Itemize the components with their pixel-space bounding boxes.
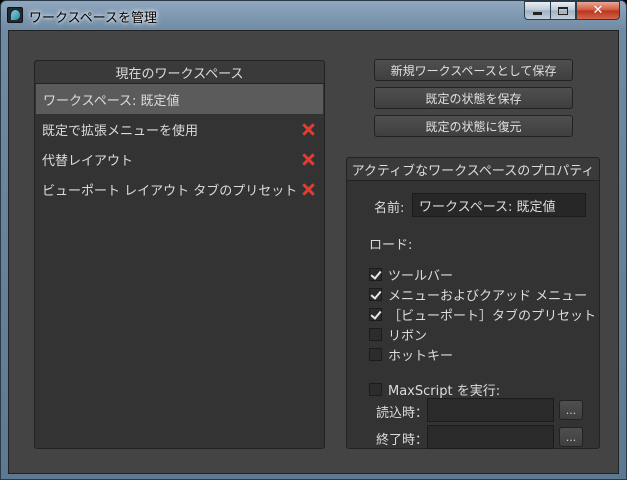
checkbox-checked[interactable] (369, 288, 382, 301)
maximize-icon (558, 6, 568, 15)
checkbox-label: ツールバー (388, 269, 454, 284)
save-as-new-workspace-button[interactable]: 新規ワークスペースとして保存 (374, 59, 573, 81)
load-ribbon-checkbox[interactable]: リボン (369, 325, 427, 344)
window-controls: ✕ (524, 1, 620, 21)
minimize-button[interactable] (524, 1, 550, 20)
workspace-item-default[interactable]: ワークスペース: 既定値 (36, 84, 323, 114)
workspace-item-viewport-layout-presets[interactable]: ビューポート レイアウト タブのプリセット (35, 174, 324, 204)
load-menus-quad-menus-checkbox[interactable]: メニューおよびクアッド メニュー (369, 285, 587, 304)
checkbox-checked[interactable] (369, 268, 382, 281)
delete-x-icon[interactable] (302, 123, 315, 136)
checkbox-unchecked[interactable] (369, 383, 382, 396)
workspace-item-label: 代替レイアウト (42, 153, 134, 169)
save-default-state-button[interactable]: 既定の状態を保存 (374, 87, 573, 109)
checkbox-label: MaxScript を実行: (388, 384, 501, 399)
window-title: ワークスペースを管理 (29, 11, 158, 26)
delete-x-icon[interactable] (302, 153, 315, 166)
checkbox-label: リボン (388, 329, 428, 344)
maximize-button[interactable] (550, 1, 576, 20)
checkbox-checked[interactable] (369, 308, 382, 321)
app-icon (7, 7, 23, 23)
minimize-icon (533, 12, 542, 15)
workspace-name-field[interactable]: ワークスペース: 既定値 (412, 193, 586, 217)
title-bar[interactable]: ワークスペースを管理 ✕ (1, 1, 626, 29)
checkbox-unchecked[interactable] (369, 328, 382, 341)
load-viewport-tab-presets-checkbox[interactable]: ［ビューポート］タブのプリセット (369, 305, 596, 324)
run-maxscript-checkbox[interactable]: MaxScript を実行: (369, 380, 500, 399)
on-load-script-field[interactable] (427, 398, 554, 422)
workspace-item-extended-menus[interactable]: 既定で拡張メニューを使用 (35, 114, 324, 144)
checkbox-label: ホットキー (388, 349, 454, 364)
workspace-properties-panel: アクティブなワークスペースのプロパティ 名前: ワークスペース: 既定値 ロード… (346, 157, 600, 449)
workspace-item-label: ビューポート レイアウト タブのプリセット (42, 183, 298, 199)
on-exit-script-field[interactable] (427, 425, 554, 449)
checkbox-label: メニューおよびクアッド メニュー (388, 289, 588, 304)
workspace-item-alternate-layout[interactable]: 代替レイアウト (35, 144, 324, 174)
on-exit-browse-button[interactable]: ... (559, 427, 583, 447)
workspace-list-header: 現在のワークスペース (35, 61, 324, 84)
workspace-name-value: ワークスペース: 既定値 (419, 199, 556, 215)
workspace-list-panel: 現在のワークスペース ワークスペース: 既定値 既定で拡張メニューを使用 代替レ… (34, 60, 325, 449)
load-toolbars-checkbox[interactable]: ツールバー (369, 265, 453, 284)
checkbox-unchecked[interactable] (369, 348, 382, 361)
workspace-item-label: ワークスペース: 既定値 (43, 93, 180, 109)
on-exit-label: 終了時： (376, 433, 429, 448)
name-label: 名前: (374, 201, 405, 216)
workspace-item-label: 既定で拡張メニューを使用 (42, 123, 199, 139)
delete-x-icon[interactable] (302, 183, 315, 196)
dialog-client-area: 現在のワークスペース ワークスペース: 既定値 既定で拡張メニューを使用 代替レ… (8, 30, 619, 474)
restore-default-state-button[interactable]: 既定の状態に復元 (374, 115, 573, 137)
load-hotkeys-checkbox[interactable]: ホットキー (369, 345, 453, 364)
properties-header: アクティブなワークスペースのプロパティ (347, 158, 599, 181)
close-button[interactable]: ✕ (576, 1, 620, 20)
on-load-label: 読込時： (376, 406, 429, 421)
checkbox-label: ［ビューポート］タブのプリセット (388, 309, 597, 324)
close-icon: ✕ (592, 3, 604, 18)
manage-workspaces-window: ワークスペースを管理 ✕ 現在のワークスペース ワークスペース: 既定値 既定で… (0, 0, 627, 480)
load-label: ロード: (369, 238, 413, 253)
on-load-browse-button[interactable]: ... (559, 400, 583, 420)
